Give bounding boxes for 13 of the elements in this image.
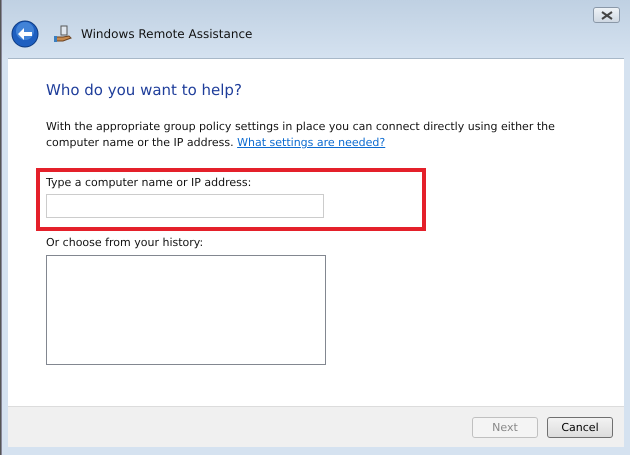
back-button[interactable]: [11, 20, 39, 48]
close-button[interactable]: [593, 7, 620, 23]
cancel-button[interactable]: Cancel: [547, 416, 613, 438]
window-title: Windows Remote Assistance: [81, 27, 252, 41]
settings-link[interactable]: What settings are needed?: [237, 136, 386, 149]
intro-text: With the appropriate group policy settings in place you can connect directly using either the computer name or the IP address. What settings are needed?: [46, 119, 556, 151]
field-label: Type a computer name or IP address:: [46, 176, 252, 189]
address-input-field[interactable]: [46, 194, 324, 218]
page-heading: Who do you want to help?: [46, 81, 243, 99]
history-label: Or choose from your history:: [46, 236, 204, 249]
history-list[interactable]: [46, 255, 326, 365]
helping-hand-icon: [53, 25, 73, 43]
close-icon: [600, 10, 612, 20]
